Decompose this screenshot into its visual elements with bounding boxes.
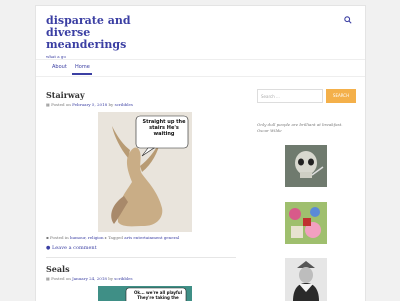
calendar-icon: ▦	[46, 102, 50, 107]
posted-on-label: Posted on	[51, 102, 71, 107]
post-author-link[interactable]: scribbles	[114, 276, 132, 281]
by-label: by	[108, 102, 114, 107]
sidebar-image-toys[interactable]	[285, 202, 327, 244]
post-meta: ▦ Posted on January 24, 2018 by scribble…	[46, 276, 133, 281]
post-meta: ▦ Posted on February 5, 2018 by scribble…	[46, 102, 133, 107]
post-title-seals[interactable]: Seals	[46, 264, 70, 274]
speech-bubble-text: Ok... we're all playful They're taking t…	[134, 290, 182, 300]
post-tags-link[interactable]: arts entertainment general	[124, 235, 179, 240]
post-divider	[46, 257, 236, 258]
comment-link-row: ● Leave a comment	[46, 245, 97, 251]
nav-item-about[interactable]: About	[52, 64, 67, 70]
post-categories-link[interactable]: humour, religion	[70, 235, 104, 240]
post-author-link[interactable]: scribbles	[115, 102, 133, 107]
active-nav-indicator	[72, 73, 92, 75]
nav-item-home[interactable]: Home	[75, 64, 90, 70]
sidebar-image-portrait[interactable]	[285, 258, 327, 301]
post-date-link[interactable]: January 24, 2018	[72, 276, 107, 281]
post-title-stairway[interactable]: Stairway	[46, 90, 85, 100]
post-categories: ▪ Posted in humour, religion ▸ Tagged ar…	[46, 235, 179, 240]
site-title[interactable]: disparate and diverse meanderings	[46, 15, 166, 51]
sidebar-image-skull[interactable]	[285, 145, 327, 187]
page-container: disparate and diverse meanderings what a…	[35, 5, 366, 301]
sidebar-quote: Only dull people are brilliant at breakf…	[257, 122, 343, 133]
speech-bubble-text: Straight up the stairs He's waiting	[142, 119, 186, 137]
main-navigation: About Home	[36, 59, 365, 77]
post-date-link[interactable]: February 5, 2018	[72, 102, 107, 107]
leave-comment-link[interactable]: Leave a comment	[52, 245, 97, 251]
comment-icon: ●	[46, 245, 51, 251]
search-icon[interactable]	[344, 16, 352, 24]
calendar-icon: ▦	[46, 276, 50, 281]
posted-in-label: Posted in	[50, 235, 69, 240]
site-header: disparate and diverse meanderings what a…	[46, 15, 355, 59]
by-label: by	[108, 276, 114, 281]
tag-icon: ▸	[104, 235, 107, 240]
search-button[interactable]: SEARCH	[326, 89, 356, 103]
tagged-label: Tagged	[108, 235, 123, 240]
folder-icon: ▪	[46, 235, 49, 240]
posted-on-label: Posted on	[51, 276, 71, 281]
search-input[interactable]: Search ...	[257, 89, 323, 103]
